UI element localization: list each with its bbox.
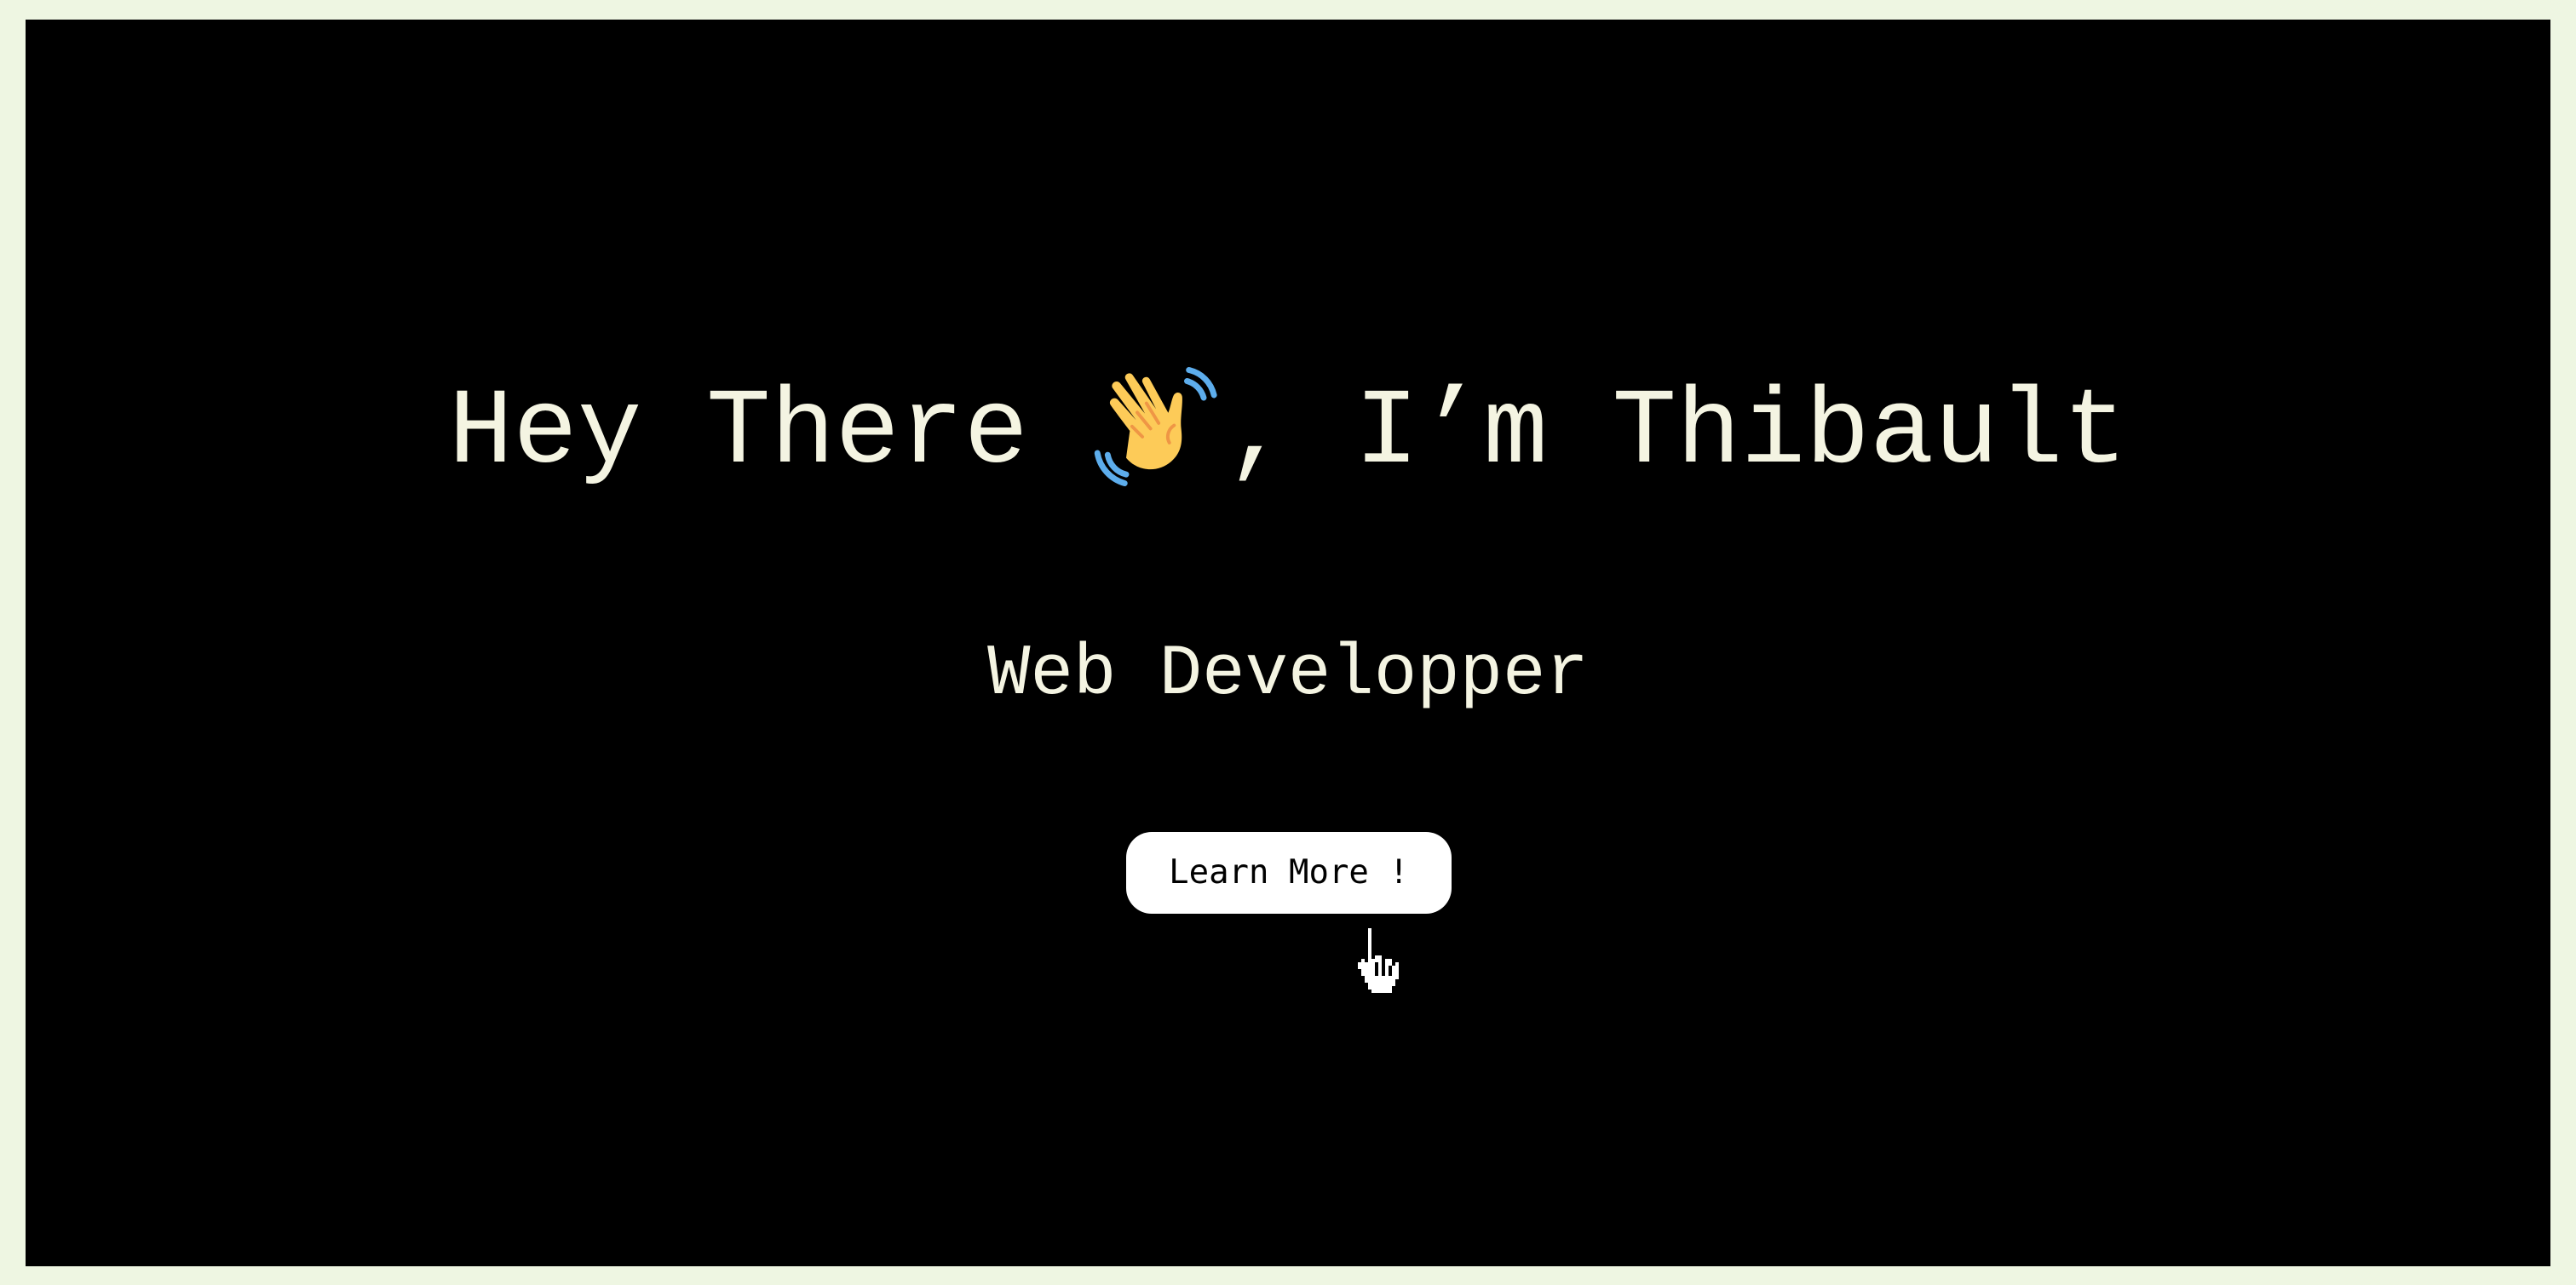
job-title: Web Developper [987,634,1589,715]
learn-more-button[interactable]: Learn More ! [1126,832,1452,914]
greeting-text: Hey There [448,372,1093,494]
hand-pointer-cursor-icon [1354,925,1402,996]
hero-section: Hey There , I’m Thibault Web Developper … [26,20,2550,1266]
name-text: , I’m Thibault [1225,372,2128,494]
waving-hand-icon [1093,364,1226,497]
hero-headline: Hey There , I’m Thibault [26,364,2550,497]
page-frame: Hey There , I’m Thibault Web Developper … [26,20,2550,1266]
